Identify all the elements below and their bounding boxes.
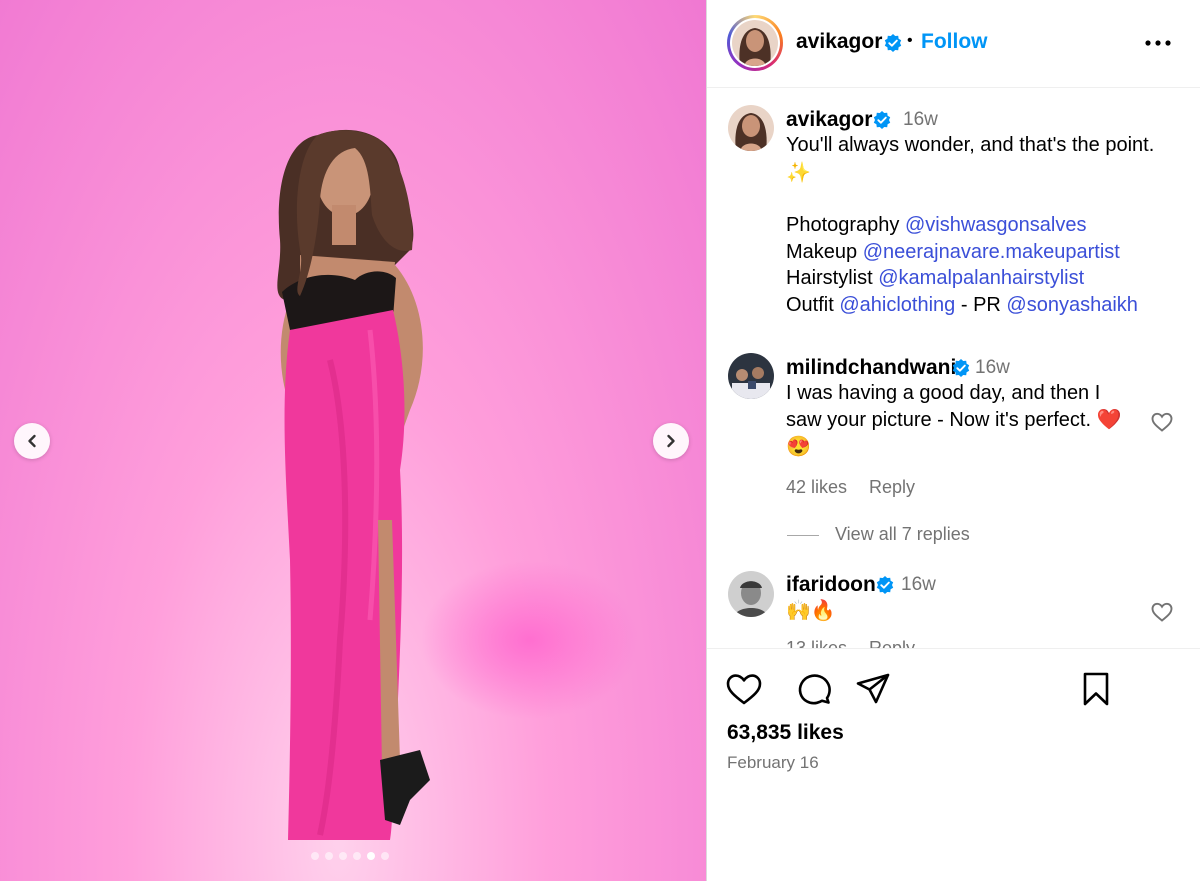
author-avatar[interactable] xyxy=(732,20,778,66)
verified-badge-icon xyxy=(876,576,894,594)
credit-label: Makeup xyxy=(786,240,863,263)
carousel-dot xyxy=(367,852,375,860)
commenter-avatar[interactable] xyxy=(728,571,774,617)
caption-timestamp[interactable]: 16w xyxy=(903,109,938,131)
comment-bubble-icon[interactable] xyxy=(795,671,833,707)
carousel-dot xyxy=(339,852,347,860)
mention-link[interactable]: @sonyashaikh xyxy=(1006,294,1137,316)
save-bookmark-icon[interactable] xyxy=(1077,671,1115,707)
comment-meta: 42 likes Reply xyxy=(786,477,937,498)
follow-button[interactable]: Follow xyxy=(921,30,988,54)
comments-list[interactable]: avikagor 16w You'll always wonder, and t… xyxy=(707,88,1200,648)
verified-badge-icon xyxy=(873,111,891,129)
credit-line: Photography @vishwasgonsalves xyxy=(786,212,1138,239)
comment-text-line: saw your picture - Now it's perfect. ❤️ xyxy=(786,409,1122,431)
caption-username[interactable]: avikagor xyxy=(786,108,872,132)
post-actions: 63,835 likes February 16 xyxy=(707,648,1200,882)
comment-likes-count[interactable]: 42 likes xyxy=(786,477,847,497)
chevron-right-icon xyxy=(667,434,675,448)
post-likes-count[interactable]: 63,835 likes xyxy=(727,721,844,745)
credit-line: Makeup @neerajnavare.makeupartist xyxy=(786,239,1138,266)
credit-line: Hairstylist @kamalpalanhairstylist xyxy=(786,265,1138,292)
credit-label: Hairstylist xyxy=(786,267,879,289)
post-dialog: avikagor • Follow avikagor 16w You'll al… xyxy=(0,0,1200,881)
header-separator: • xyxy=(907,32,913,49)
post-side-panel: avikagor • Follow avikagor 16w You'll al… xyxy=(706,0,1200,881)
caption-avatar[interactable] xyxy=(728,105,774,151)
comment-likes-count[interactable]: 13 likes xyxy=(786,638,847,648)
previous-photo-button[interactable] xyxy=(14,423,50,459)
carousel-dot xyxy=(353,852,361,860)
verified-badge-icon xyxy=(952,359,970,377)
caption-text: You'll always wonder, and that's the poi… xyxy=(786,134,1155,156)
credit-suffix: - PR xyxy=(955,293,1007,316)
commenter-username[interactable]: milindchandwani xyxy=(786,356,956,380)
credit-line: Outfit @ahiclothing - PR @sonyashaikh xyxy=(786,292,1138,319)
view-replies-label: View all 7 replies xyxy=(835,524,970,544)
comment-timestamp[interactable]: 16w xyxy=(975,357,1010,379)
next-photo-button[interactable] xyxy=(653,423,689,459)
chevron-left-icon xyxy=(28,434,36,448)
comment-meta: 13 likes Reply xyxy=(786,638,937,648)
like-comment-heart-icon[interactable] xyxy=(1150,600,1174,624)
carousel-dot xyxy=(381,852,389,860)
reply-button[interactable]: Reply xyxy=(869,638,915,648)
post-date[interactable]: February 16 xyxy=(727,753,819,773)
post-media[interactable] xyxy=(0,0,706,881)
mention-link[interactable]: @vishwasgonsalves xyxy=(905,214,1087,236)
post-header: avikagor • Follow xyxy=(707,0,1200,88)
comment-timestamp[interactable]: 16w xyxy=(901,574,936,596)
verified-badge-icon xyxy=(884,34,902,52)
comment-text-line: I was having a good day, and then I xyxy=(786,382,1101,404)
caption-emoji: ✨ xyxy=(786,162,811,184)
comment-text-line: 🙌🔥 xyxy=(786,600,836,622)
view-replies-button[interactable]: View all 7 replies xyxy=(787,524,970,545)
carousel-dot xyxy=(311,852,319,860)
post-photo xyxy=(277,129,430,840)
like-heart-icon[interactable] xyxy=(725,671,763,707)
credit-label: Photography xyxy=(786,214,905,236)
mention-link[interactable]: @ahiclothing xyxy=(839,294,955,316)
share-paper-plane-icon[interactable] xyxy=(854,671,892,707)
mention-link[interactable]: @kamalpalanhairstylist xyxy=(878,267,1084,289)
reply-button[interactable]: Reply xyxy=(869,477,915,497)
credit-label: Outfit xyxy=(786,293,840,316)
carousel-dot xyxy=(325,852,333,860)
caption-credits: Photography @vishwasgonsalves Makeup @nee… xyxy=(786,212,1138,318)
replies-divider xyxy=(787,534,819,536)
like-comment-heart-icon[interactable] xyxy=(1150,410,1174,434)
mention-link[interactable]: @neerajnavare.makeupartist xyxy=(863,241,1120,263)
more-options-icon[interactable] xyxy=(1143,30,1173,56)
commenter-username[interactable]: ifaridoon xyxy=(786,573,876,597)
author-username[interactable]: avikagor xyxy=(796,30,882,54)
comment-text-line: 😍 xyxy=(786,436,811,458)
carousel-indicator xyxy=(311,852,389,860)
commenter-avatar[interactable] xyxy=(728,353,774,399)
